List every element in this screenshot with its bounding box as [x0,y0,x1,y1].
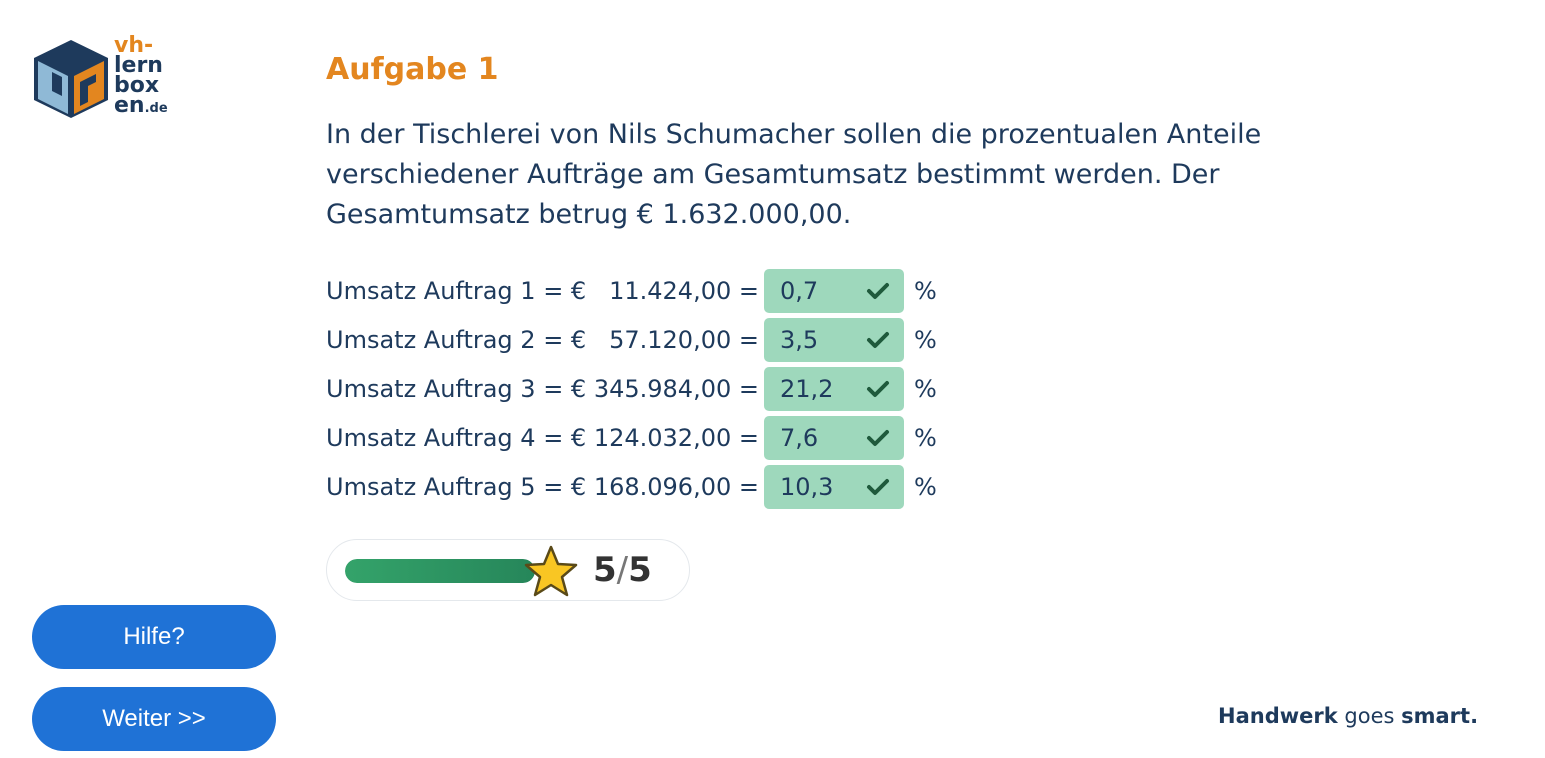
unit-label: % [914,374,937,403]
tagline-part2: goes [1344,704,1395,728]
score-display: 5/5 [593,550,652,590]
row-label: Umsatz Auftrag 2 = € 57.120,00 = [326,325,759,354]
row-label: Umsatz Auftrag 1 = € 11.424,00 = [326,276,759,305]
check-icon [867,478,889,495]
check-icon [867,282,889,299]
answer-rows: Umsatz Auftrag 1 = € 11.424,00 = 0,7 % U… [326,266,937,511]
progress-card: 5/5 [326,539,690,601]
answer-value: 3,5 [780,325,819,354]
answer-input[interactable]: 0,7 [764,268,904,313]
tagline-part1: Handwerk [1218,704,1338,728]
unit-label: % [914,423,937,452]
progress-fill [345,559,535,583]
answer-input[interactable]: 21,2 [764,366,904,411]
tagline-part3: smart. [1401,704,1479,728]
answer-value: 0,7 [780,276,819,305]
unit-label: % [914,276,937,305]
answer-input[interactable]: 10,3 [764,464,904,509]
answer-row: Umsatz Auftrag 4 = € 124.032,00 = 7,6 % [326,413,937,462]
answer-row: Umsatz Auftrag 3 = € 345.984,00 = 21,2 % [326,364,937,413]
check-icon [867,380,889,397]
logo-text-line4: en [114,93,145,118]
check-icon [867,429,889,446]
check-icon [867,331,889,348]
row-label: Umsatz Auftrag 4 = € 124.032,00 = [326,423,759,452]
row-label: Umsatz Auftrag 5 = € 168.096,00 = [326,472,759,501]
answer-value: 10,3 [780,472,834,501]
answer-input[interactable]: 7,6 [764,415,904,460]
tagline: Handwerk goes smart. [1218,704,1478,728]
answer-row: Umsatz Auftrag 2 = € 57.120,00 = 3,5 % [326,315,937,364]
progress-bar [345,559,535,583]
logo-tld: .de [144,101,168,116]
unit-label: % [914,472,937,501]
cube-logo-icon [34,40,108,118]
answer-row: Umsatz Auftrag 5 = € 168.096,00 = 10,3 % [326,462,937,511]
task-intro: In der Tischlerei von Nils Schumacher so… [326,119,1262,230]
answer-row: Umsatz Auftrag 1 = € 11.424,00 = 0,7 % [326,266,937,315]
logo: vh- lern box en.de [30,35,190,126]
row-label: Umsatz Auftrag 3 = € 345.984,00 = [326,374,759,403]
help-button[interactable]: Hilfe? [32,605,276,669]
answer-input[interactable]: 3,5 [764,317,904,362]
unit-label: % [914,325,937,354]
task-title: Aufgabe 1 [326,52,499,87]
next-button[interactable]: Weiter >> [32,687,276,751]
score-total: 5 [628,550,652,590]
star-icon [524,545,578,597]
score-value: 5 [593,550,617,590]
answer-value: 21,2 [780,374,834,403]
answer-value: 7,6 [780,423,819,452]
score-separator: / [616,550,629,590]
